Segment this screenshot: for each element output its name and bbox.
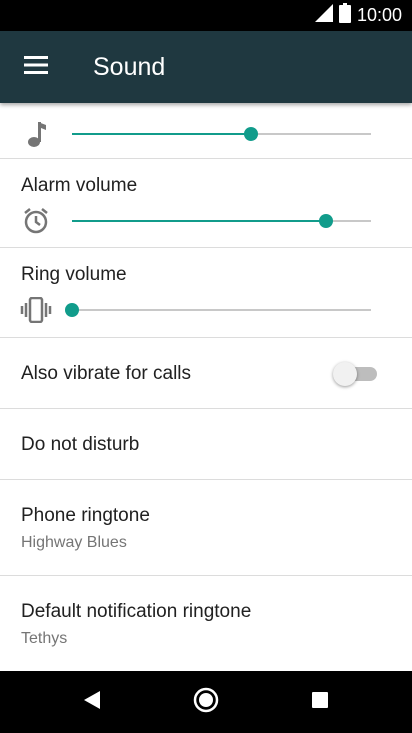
vibrate-icon: [20, 294, 52, 326]
app-toolbar: Sound: [0, 31, 412, 103]
navigation-bar: [0, 671, 412, 733]
phone-ringtone-row[interactable]: Phone ringtone Highway Blues: [0, 480, 412, 576]
phone-ringtone-label: Phone ringtone: [21, 505, 150, 526]
recents-square-icon: [312, 691, 328, 713]
music-note-icon: [20, 118, 52, 150]
status-bar: 10:00: [0, 0, 412, 31]
slider-fill: [72, 133, 252, 135]
recents-button[interactable]: [300, 682, 340, 722]
slider-thumb[interactable]: [244, 127, 259, 141]
slider-track: [72, 309, 371, 311]
battery-icon: [338, 3, 351, 28]
slider-fill: [72, 220, 327, 222]
phone-ringtone-value: Highway Blues: [21, 534, 127, 551]
settings-list[interactable]: Alarm volume Ring volume Also vibrate fo…: [0, 103, 412, 671]
notification-ringtone-value: Tethys: [21, 630, 68, 647]
ring-volume-row: Ring volume: [0, 248, 412, 338]
menu-button[interactable]: [16, 49, 56, 85]
signal-icon: [314, 4, 333, 27]
alarm-clock-icon: [20, 205, 52, 237]
back-button[interactable]: [72, 682, 112, 722]
vibrate-for-calls-toggle[interactable]: [333, 362, 379, 386]
notification-ringtone-row[interactable]: Default notification ringtone Tethys: [0, 576, 412, 671]
alarm-volume-slider[interactable]: [72, 209, 371, 233]
alarm-volume-row: Alarm volume: [0, 159, 412, 248]
toggle-knob: [333, 362, 357, 386]
hamburger-menu-icon: [24, 55, 48, 79]
slider-thumb[interactable]: [65, 303, 79, 317]
media-volume-row: [0, 103, 412, 159]
home-button[interactable]: [186, 682, 226, 722]
ring-volume-slider[interactable]: [65, 298, 371, 322]
vibrate-for-calls-row[interactable]: Also vibrate for calls: [0, 338, 412, 409]
ring-volume-label: Ring volume: [21, 264, 127, 285]
do-not-disturb-label: Do not disturb: [21, 434, 140, 455]
alarm-volume-label: Alarm volume: [21, 175, 138, 196]
home-circle-icon: [193, 687, 219, 718]
vibrate-for-calls-label: Also vibrate for calls: [21, 363, 192, 384]
slider-thumb[interactable]: [319, 214, 334, 228]
back-triangle-icon: [84, 690, 100, 714]
status-icons: 10:00: [314, 0, 402, 31]
status-clock: 10:00: [356, 5, 402, 25]
media-volume-slider[interactable]: [72, 122, 371, 146]
notification-ringtone-label: Default notification ringtone: [21, 601, 252, 622]
do-not-disturb-row[interactable]: Do not disturb: [0, 409, 412, 480]
page-title: Sound: [93, 53, 166, 81]
